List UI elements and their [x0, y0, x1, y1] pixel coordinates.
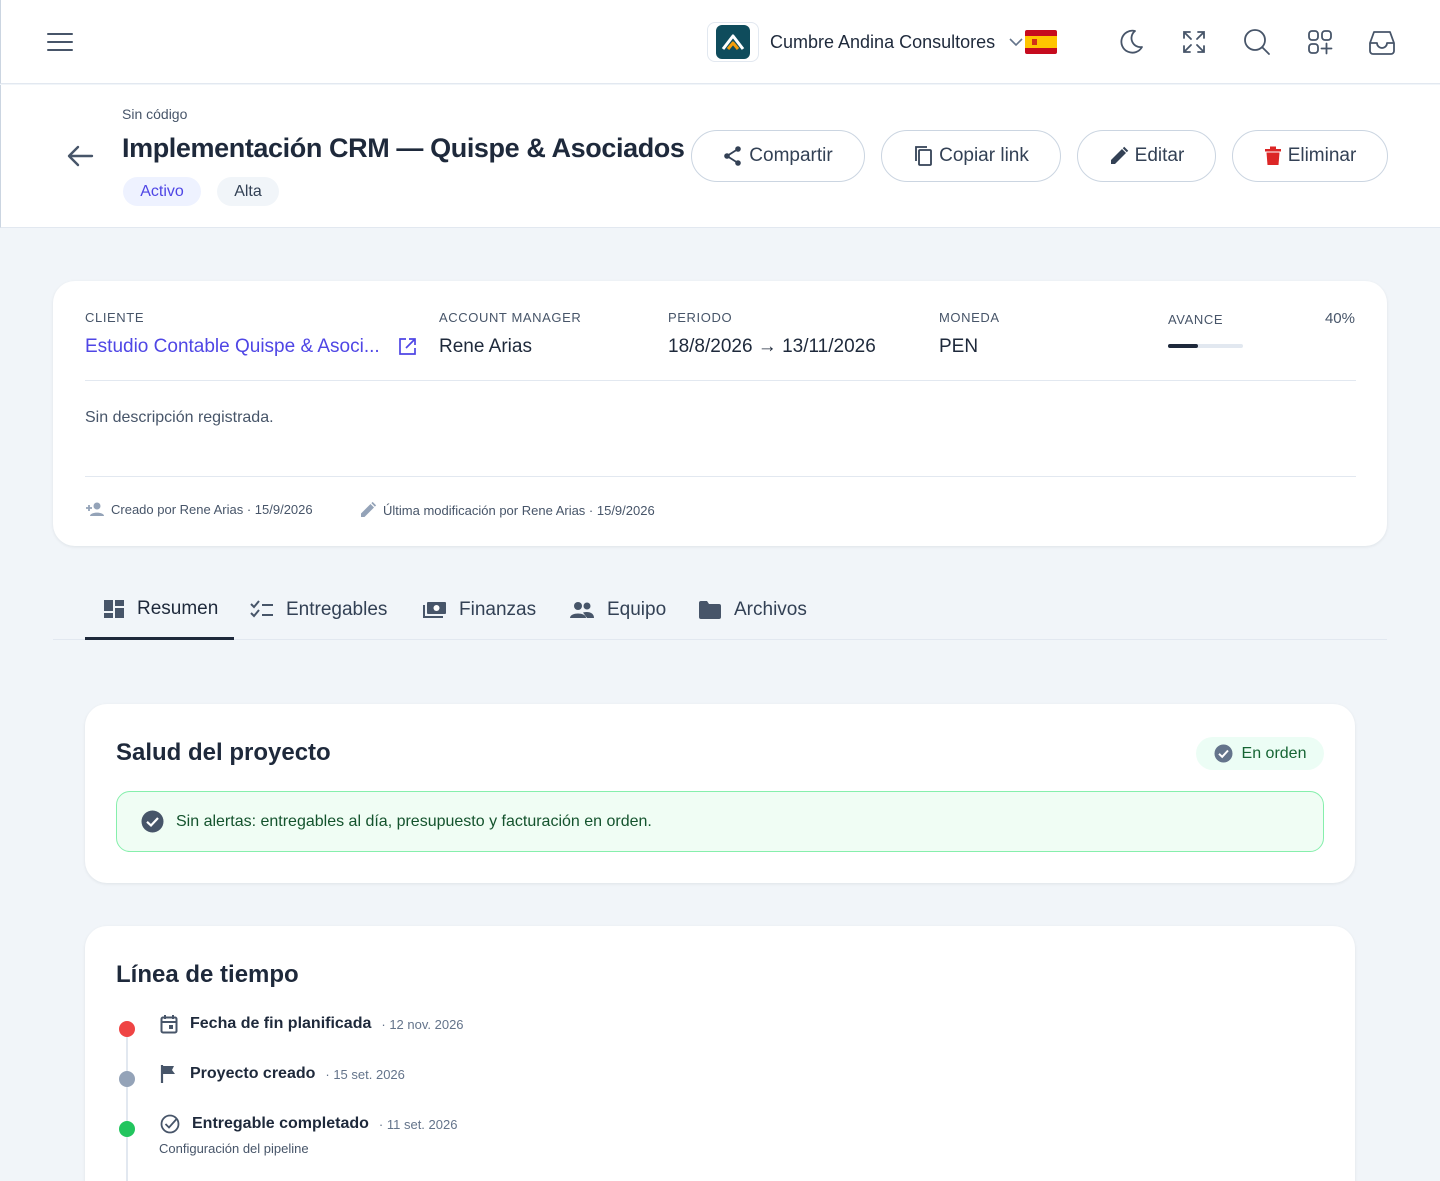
health-alert: Sin alertas: entregables al día, presupu…: [116, 791, 1324, 852]
menu-icon[interactable]: [45, 28, 75, 56]
progress-percent: 40%: [1324, 310, 1355, 327]
fullscreen-icon[interactable]: [1178, 26, 1210, 58]
tab-entregables[interactable]: Entregables: [250, 580, 387, 640]
health-status-text: En orden: [1241, 744, 1307, 762]
copy-link-button-label: Copiar link: [939, 145, 1029, 166]
tab-equipo[interactable]: Equipo: [569, 580, 666, 640]
tab-archivos[interactable]: Archivos: [698, 580, 807, 640]
project-info-card: CLIENTE Estudio Contable Quispe & Asoci.…: [53, 281, 1387, 546]
top-bar: Cumbre Andina Consultores: [0, 0, 1440, 84]
timeline-dot: [119, 1021, 135, 1037]
page-header: Sin código Implementación CRM — Quispe &…: [0, 85, 1440, 228]
progress-bar-fill: [1168, 344, 1198, 348]
timeline-line: [126, 1030, 128, 1181]
timeline-item-title: Proyecto creado: [190, 1065, 316, 1082]
organization-switcher[interactable]: Cumbre Andina Consultores: [707, 22, 1058, 62]
period-label: PERIODO: [668, 310, 733, 325]
share-button-label: Compartir: [749, 145, 833, 166]
tab-label: Equipo: [607, 599, 667, 620]
project-health-card: Salud del proyecto En orden Sin alertas:…: [85, 704, 1355, 883]
progress-label: AVANCE: [1168, 312, 1224, 327]
delete-button[interactable]: Eliminar: [1232, 130, 1388, 182]
pencil-icon: [361, 501, 377, 517]
client-name: Estudio Contable Quispe & Asoci...: [85, 336, 380, 357]
back-arrow-icon[interactable]: [65, 143, 95, 169]
tab-label: Archivos: [734, 599, 807, 620]
health-status-badge: En orden: [1196, 737, 1324, 770]
client-link[interactable]: Estudio Contable Quispe & Asoci...: [85, 336, 380, 358]
created-text: Creado por Rene Arias · 15/9/2026: [111, 501, 313, 517]
health-alert-text: Sin alertas: entregables al día, presupu…: [176, 812, 652, 830]
manager-value: Rene Arias: [439, 336, 532, 357]
tab-resumen[interactable]: Resumen: [85, 580, 235, 640]
check-circle-icon: [1214, 744, 1233, 763]
tab-label: Finanzas: [459, 599, 537, 620]
group-icon: [570, 602, 594, 618]
check-circle-outline-icon: [160, 1114, 180, 1134]
timeline-item: Proyecto creado · 15 set. 2026: [160, 1064, 405, 1084]
timeline-item-date: · 11 set. 2026: [378, 1116, 458, 1132]
timeline-card: Línea de tiempo Fecha de fin planificada…: [85, 926, 1355, 1181]
project-description: Sin descripción registrada.: [85, 409, 274, 426]
tab-label: Resumen: [137, 597, 219, 619]
modified-meta: Última modificación por Rene Arias · 15/…: [359, 501, 655, 519]
edit-button-label: Editar: [1134, 145, 1185, 166]
flag-icon: [160, 1065, 175, 1083]
period-value: 18/8/2026 → 13/11/2026: [668, 336, 876, 357]
payments-icon: [423, 602, 446, 618]
currency-label: MONEDA: [939, 310, 1000, 325]
timeline-item-title: Entregable completado: [192, 1115, 369, 1132]
delete-button-label: Eliminar: [1287, 145, 1357, 166]
checklist-icon: [250, 600, 273, 618]
chevron-down-icon[interactable]: [1009, 37, 1023, 47]
timeline-title: Línea de tiempo: [116, 961, 299, 988]
search-icon[interactable]: [1241, 26, 1273, 58]
manager-label: ACCOUNT MANAGER: [439, 310, 582, 325]
progress-bar: [1168, 344, 1243, 348]
page-title: Implementación CRM — Quispe & Asociados: [122, 133, 685, 163]
status-badge: Activo: [123, 177, 201, 206]
share-icon: [724, 146, 742, 166]
moon-icon[interactable]: [1115, 26, 1147, 58]
health-title: Salud del proyecto: [116, 739, 331, 766]
inbox-icon[interactable]: [1366, 26, 1398, 58]
project-code: Sin código: [122, 106, 188, 122]
timeline-item-date: · 12 nov. 2026: [381, 1016, 464, 1032]
calendar-icon: [160, 1015, 178, 1034]
timeline-item: Entregable completado · 11 set. 2026: [160, 1114, 457, 1134]
copy-icon: [915, 146, 933, 166]
folder-icon: [699, 601, 721, 619]
created-meta: Creado por Rene Arias · 15/9/2026: [85, 501, 313, 517]
spain-flag-icon[interactable]: [1025, 30, 1058, 54]
timeline-item: Fecha de fin planificada · 12 nov. 2026: [160, 1014, 464, 1034]
dashboard-icon: [104, 599, 124, 618]
trash-icon: [1264, 146, 1281, 165]
timeline-item-date: · 15 set. 2026: [325, 1066, 405, 1082]
organization-logo: [707, 22, 759, 62]
edit-button[interactable]: Editar: [1077, 130, 1216, 182]
timeline-dot: [119, 1071, 135, 1087]
tab-finanzas[interactable]: Finanzas: [423, 580, 536, 640]
client-label: CLIENTE: [85, 310, 145, 325]
timeline-item-subtitle: Configuración del pipeline: [159, 1141, 309, 1156]
pencil-icon: [1110, 146, 1128, 164]
divider: [85, 380, 1356, 381]
external-link-icon[interactable]: [398, 337, 417, 356]
share-button[interactable]: Compartir: [691, 130, 865, 182]
person-add-icon: [86, 502, 104, 516]
currency-value: PEN: [939, 336, 979, 357]
check-circle-icon: [141, 810, 164, 833]
timeline-dot: [119, 1121, 135, 1137]
organization-name: Cumbre Andina Consultores: [770, 31, 996, 52]
apps-icon[interactable]: [1304, 26, 1336, 58]
project-tabs: Resumen Entregables Finanzas Equipo Arch…: [53, 580, 1387, 640]
modified-text: Última modificación por Rene Arias · 15/…: [383, 502, 655, 518]
copy-link-button[interactable]: Copiar link: [881, 130, 1061, 182]
timeline-item-title: Fecha de fin planificada: [190, 1015, 372, 1032]
tab-label: Entregables: [286, 599, 388, 620]
priority-badge: Alta: [217, 177, 279, 206]
divider: [85, 476, 1356, 477]
